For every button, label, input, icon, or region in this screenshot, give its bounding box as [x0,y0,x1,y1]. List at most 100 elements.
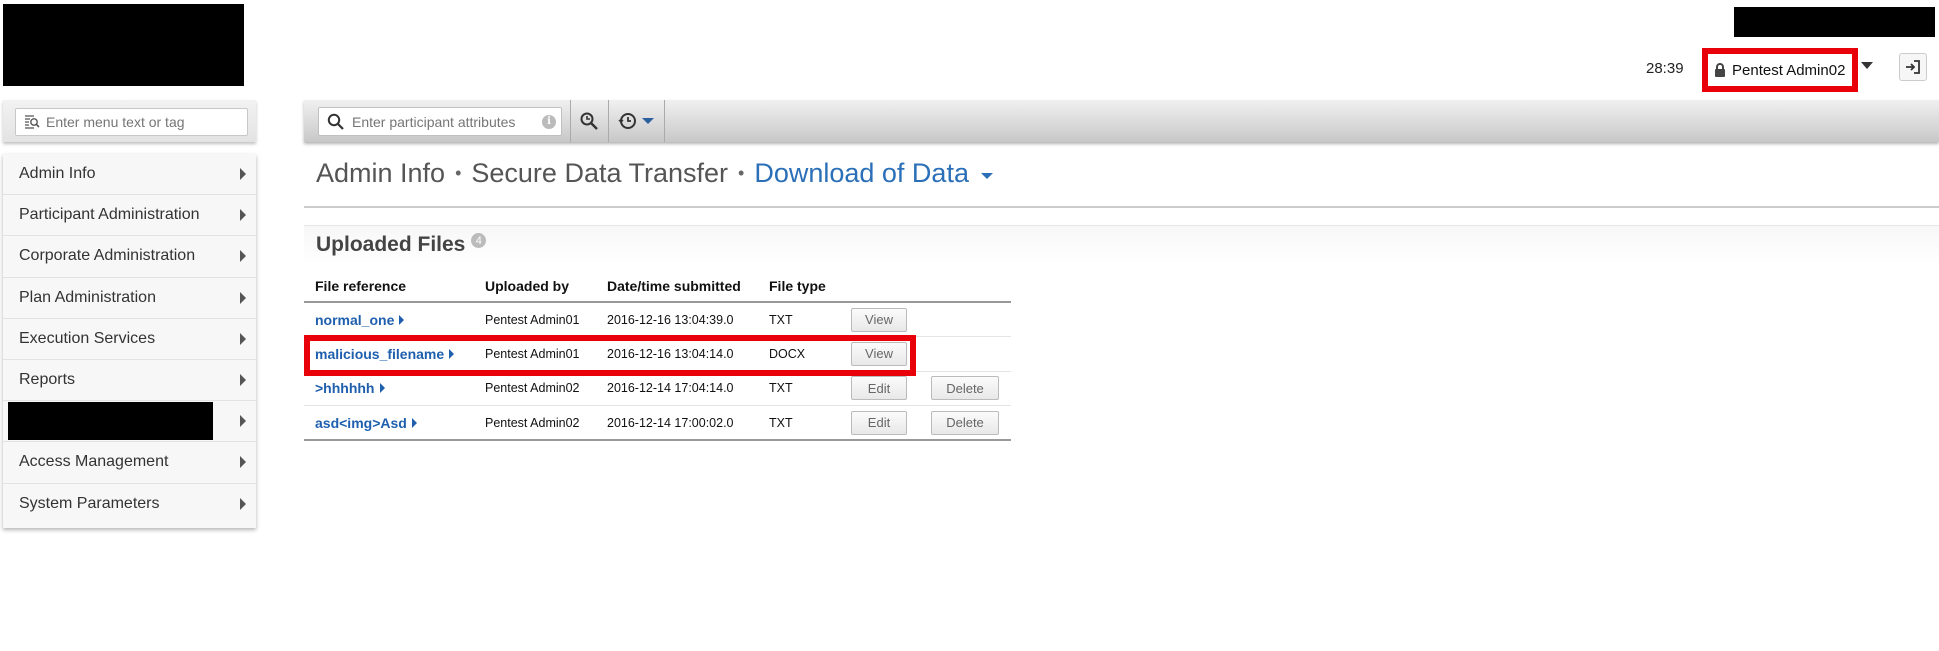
sidebar-item-participant-administration[interactable]: Participant Administration [3,195,256,237]
search-icon [327,113,344,130]
action-cell [920,336,1011,372]
sidebar-item-system-parameters[interactable]: System Parameters [3,484,256,525]
chevron-right-icon [240,332,246,345]
chevron-right-icon [240,291,246,304]
breadcrumb: Admin Info • Secure Data Transfer • Down… [316,158,993,189]
breadcrumb-separator: • [455,163,462,183]
sidebar-item-label: Plan Administration [19,288,156,306]
date-cell: 2016-12-14 17:00:02.0 [596,405,758,441]
date-cell: 2016-12-14 17:04:14.0 [596,371,758,406]
sidebar-item-label: Reports [19,371,76,389]
uploaded-by-cell: Pentest Admin01 [474,302,596,337]
table-header-row: File reference Uploaded by Date/time sub… [304,270,1011,303]
history-button[interactable] [612,107,660,135]
action-cell [920,302,1011,337]
logo-redacted [3,4,244,86]
chevron-right-icon [399,314,405,325]
chevron-right-icon [240,168,246,181]
col-header-file-reference[interactable]: File reference [304,270,474,303]
chevron-down-icon[interactable] [1861,62,1873,69]
search-menu-icon [25,115,40,129]
sidebar-menu: Admin Info Participant Administration Co… [3,154,256,528]
menu-search-field[interactable] [15,108,248,136]
delete-button[interactable]: Delete [931,376,999,401]
breadcrumb-item-admin-info[interactable]: Admin Info [316,158,445,189]
table-row: asd<img>Asd Pentest Admin02 2016-12-14 1… [304,405,1011,441]
sidebar-item-label: Execution Services [19,329,156,347]
sidebar-item-execution-services[interactable]: Execution Services [3,319,256,360]
toolbar-divider [664,100,665,142]
breadcrumb-divider [304,206,1939,208]
sidebar-item-reports[interactable]: Reports [3,360,256,402]
sidebar-item-corporate-administration[interactable]: Corporate Administration [3,236,256,278]
table-row: >hhhhhh Pentest Admin02 2016-12-14 17:04… [304,371,1011,406]
date-cell: 2016-12-16 13:04:39.0 [596,302,758,337]
col-header-action-2 [920,270,1011,303]
breadcrumb-item-secure-data-transfer[interactable]: Secure Data Transfer [471,158,728,189]
file-reference-cell: asd<img>Asd [304,405,474,441]
edit-button[interactable]: Edit [851,410,907,435]
chevron-right-icon [411,417,417,428]
file-link-text: normal_one [315,311,395,328]
redacted-label [8,402,213,441]
file-reference-cell: >hhhhhh [304,371,474,406]
sidebar-item-admin-info[interactable]: Admin Info [3,154,256,196]
chevron-right-icon [240,250,246,263]
participant-toolbar: i [304,100,1939,142]
highlight-annotation-box [304,335,916,376]
toolbar-divider [570,100,571,142]
chevron-down-icon [642,118,654,124]
file-type-cell: TXT [758,371,840,406]
advanced-search-icon [580,112,598,130]
uploaded-by-cell: Pentest Admin02 [474,405,596,441]
chevron-down-icon[interactable] [980,172,993,179]
chevron-right-icon [240,456,246,469]
sidebar-item-label: System Parameters [19,495,160,513]
sidebar-item-label: Participant Administration [19,206,200,224]
logout-icon [1906,60,1920,74]
lock-icon [1715,63,1725,77]
user-name: Pentest Admin02 [1732,61,1846,79]
session-timer: 28:39 [1646,60,1684,77]
participant-search-input[interactable] [352,113,542,130]
file-reference-cell: normal_one [304,302,474,337]
file-link-text: asd<img>Asd [315,414,407,431]
action-cell: Delete [920,371,1011,406]
col-header-date-submitted[interactable]: Date/time submitted [596,270,758,303]
chevron-right-icon [240,415,246,428]
history-icon [618,113,636,129]
action-cell: View [840,302,920,337]
chevron-right-icon [379,383,385,394]
count-badge: 4 [471,233,487,248]
sidebar-item-redacted[interactable] [3,401,256,443]
file-link-text: >hhhhhh [315,380,375,397]
col-header-file-type[interactable]: File type [758,270,840,303]
info-icon[interactable]: i [542,114,556,129]
sidebar-item-plan-administration[interactable]: Plan Administration [3,278,256,319]
action-cell: Edit [840,371,920,406]
breadcrumb-separator: • [738,163,745,183]
chevron-right-icon [240,209,246,222]
menu-search-input[interactable] [46,114,236,130]
table-row: normal_one Pentest Admin01 2016-12-16 13… [304,302,1011,337]
delete-button[interactable]: Delete [931,410,999,435]
file-link[interactable]: asd<img>Asd [315,415,417,431]
participant-search-field[interactable]: i [318,107,562,136]
file-link[interactable]: >hhhhhh [315,380,385,396]
breadcrumb-current[interactable]: Download of Data [754,158,969,189]
sidebar-item-label: Corporate Administration [19,247,196,265]
view-button[interactable]: View [851,307,907,332]
sidebar-item-label: Admin Info [19,165,96,183]
logout-button[interactable] [1899,53,1927,81]
user-menu-button[interactable]: Pentest Admin02 [1702,48,1858,92]
action-cell: Delete [920,405,1011,441]
col-header-action-1 [840,270,920,303]
edit-button[interactable]: Edit [851,376,907,401]
sidebar-item-access-management[interactable]: Access Management [3,442,256,484]
sidebar-search-bar [3,100,256,142]
file-link[interactable]: normal_one [315,311,405,328]
advanced-search-button[interactable] [574,107,604,135]
file-type-cell: TXT [758,302,840,337]
file-type-cell: TXT [758,405,840,441]
col-header-uploaded-by[interactable]: Uploaded by [474,270,596,303]
